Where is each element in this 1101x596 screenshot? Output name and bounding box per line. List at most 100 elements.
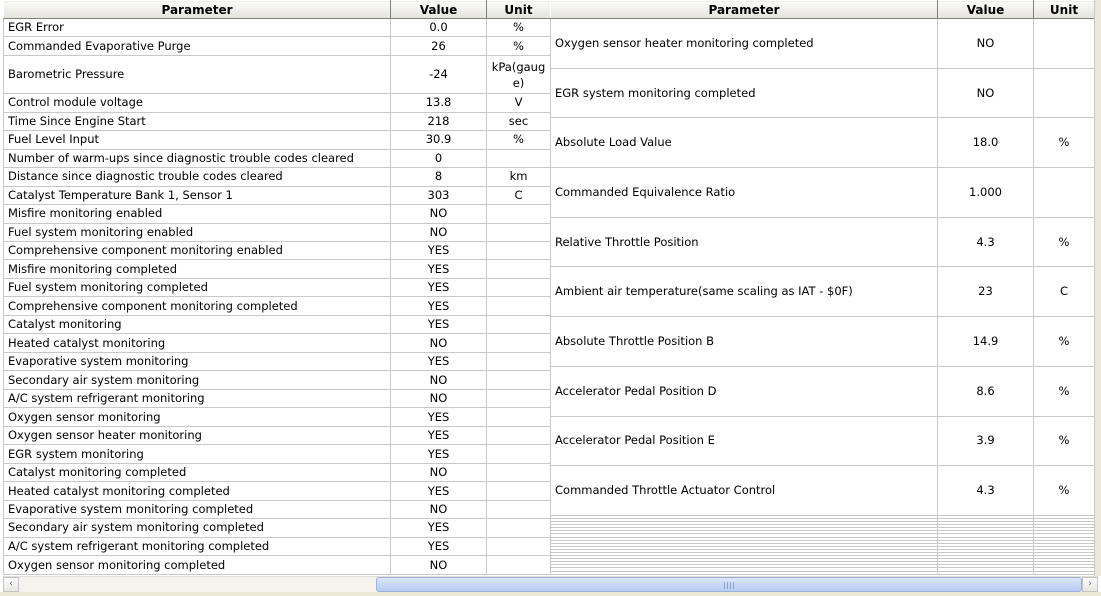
left-parameter-cell: Evaporative system monitoring [3, 351, 391, 372]
left-table-row[interactable]: EGR Error 0.0% [3, 17, 551, 38]
scrollbar-thumb[interactable] [376, 577, 1082, 592]
right-parameter-cell: Ambient air temperature(same scaling as … [550, 266, 938, 318]
left-unit-cell [486, 499, 551, 520]
right-value-cell: 23 [937, 266, 1034, 318]
right-table-row[interactable]: Absolute Load Value 18.0% [550, 117, 1095, 169]
left-table-row[interactable]: Time Since Engine Start 218 sec [3, 111, 551, 132]
left-value-cell: NO [390, 333, 487, 353]
right-value-cell: NO [937, 67, 1034, 119]
left-unit-cell: % [486, 36, 551, 56]
left-table-row[interactable]: Misfire monitoring completed YES [3, 259, 551, 279]
left-table-row[interactable]: Fuel system monitoring enabled NO [3, 222, 551, 242]
left-table-row[interactable]: Heated catalyst monitoring NO [3, 333, 551, 353]
left-parameter-cell: Fuel system monitoring enabled [3, 222, 391, 242]
left-header-unit[interactable]: Unit [486, 0, 551, 19]
left-table-row[interactable]: Misfire monitoring enabled NO [3, 204, 551, 224]
right-table-row[interactable]: Accelerator Pedal Position D 8.6% [550, 365, 1095, 417]
right-unit-cell: % [1033, 415, 1095, 467]
left-value-cell: -24 [390, 54, 487, 95]
left-table-row[interactable]: Number of warm-ups since diagnostic trou… [3, 148, 551, 169]
left-header-value[interactable]: Value [390, 0, 487, 19]
right-table-row[interactable]: Relative Throttle Position 4.3% [550, 216, 1095, 268]
left-table-row[interactable]: Secondary air system monitoring NO [3, 370, 551, 390]
left-table-row[interactable]: Comprehensive component monitoring enabl… [3, 240, 551, 261]
right-table-row[interactable]: Commanded Throttle Actuator Control 4.3% [550, 465, 1095, 516]
left-table-row[interactable]: Catalyst monitoring YES [3, 314, 551, 335]
left-parameter-table: Parameter Value Unit EGR Error 0.0% Comman… [3, 0, 551, 575]
right-table-row[interactable]: Oxygen sensor heater monitoring complete… [550, 18, 1095, 69]
left-value-cell: YES [390, 536, 487, 557]
right-parameter-cell: Accelerator Pedal Position E [550, 415, 938, 467]
right-parameter-cell: Relative Throttle Position [550, 216, 938, 268]
right-header-parameter[interactable]: Parameter [550, 0, 938, 19]
left-table-row[interactable]: Secondary air system monitoring complete… [3, 518, 551, 538]
left-table-row[interactable]: Oxygen sensor monitoring YES [3, 407, 551, 427]
left-table-row[interactable]: A/C system refrigerant monitoring comple… [3, 536, 551, 557]
left-table-row[interactable]: Comprehensive component monitoring compl… [3, 296, 551, 316]
left-unit-cell [486, 555, 551, 575]
right-value-cell: 8.6 [937, 365, 1034, 417]
left-value-cell: YES [390, 314, 487, 335]
right-header-value[interactable]: Value [937, 0, 1034, 19]
left-table-row[interactable]: Control module voltage 13.8 V [3, 93, 551, 113]
left-parameter-cell: Fuel Level Input [3, 130, 391, 150]
right-parameter-cell: Absolute Throttle Position B [550, 316, 938, 367]
grip-icon [724, 582, 734, 589]
right-parameter-cell [550, 570, 938, 576]
right-parameter-cell: Commanded Throttle Actuator Control [550, 465, 938, 516]
right-table-row[interactable]: Accelerator Pedal Position E 3.9% [550, 415, 1095, 467]
left-value-cell: 30.9 [390, 130, 487, 150]
left-parameter-cell: Comprehensive component monitoring compl… [3, 296, 391, 316]
left-parameter-cell: EGR system monitoring [3, 444, 391, 464]
left-unit-cell: C [486, 185, 551, 206]
left-parameter-cell: Heated catalyst monitoring [3, 333, 391, 353]
left-parameter-cell: Secondary air system monitoring [3, 370, 391, 390]
left-unit-cell: % [486, 130, 551, 150]
right-header-unit[interactable]: Unit [1033, 0, 1095, 19]
left-parameter-cell: A/C system refrigerant monitoring comple… [3, 536, 391, 557]
right-parameter-cell: EGR system monitoring completed [550, 67, 938, 119]
left-table-row[interactable]: A/C system refrigerant monitoring NO [3, 388, 551, 409]
scroll-right-button[interactable]: › [1082, 577, 1098, 592]
left-table-row[interactable]: Evaporative system monitoring YES [3, 351, 551, 372]
left-table-row[interactable]: Catalyst monitoring completed NO [3, 462, 551, 483]
left-parameter-cell: Oxygen sensor monitoring completed [3, 555, 391, 575]
left-table-row[interactable]: Fuel system monitoring completed YES [3, 277, 551, 298]
left-parameter-cell: Barometric Pressure [3, 54, 391, 95]
right-table-row[interactable]: Absolute Throttle Position B 14.9% [550, 316, 1095, 367]
left-table-row[interactable]: Commanded Evaporative Purge 26% [3, 36, 551, 56]
left-table-row[interactable]: Fuel Level Input 30.9% [3, 130, 551, 150]
left-parameter-cell: Number of warm-ups since diagnostic trou… [3, 148, 391, 169]
right-unit-cell: % [1033, 117, 1095, 169]
right-table-row[interactable] [550, 570, 1095, 576]
left-header-parameter[interactable]: Parameter [3, 0, 391, 19]
left-table-row[interactable]: Distance since diagnostic trouble codes … [3, 167, 551, 187]
right-parameter-table: Parameter Value Unit Oxygen sensor heate… [550, 0, 1095, 576]
left-table-row[interactable]: Barometric Pressure -24 kPa(gauge) [3, 54, 551, 95]
left-table-row[interactable]: Heated catalyst monitoring completed YES [3, 481, 551, 501]
right-value-cell: 14.9 [937, 316, 1034, 367]
left-parameter-cell: Oxygen sensor monitoring [3, 407, 391, 427]
right-unit-cell: % [1033, 216, 1095, 268]
left-parameter-cell: Oxygen sensor heater monitoring [3, 425, 391, 446]
right-table-row[interactable]: Ambient air temperature(same scaling as … [550, 266, 1095, 318]
left-table-row[interactable]: Evaporative system monitoring completed N… [3, 499, 551, 520]
left-value-cell: NO [390, 204, 487, 224]
right-table-row[interactable]: EGR system monitoring completed NO [550, 67, 1095, 119]
scroll-left-button[interactable]: ‹ [3, 577, 19, 592]
right-unit-cell [1033, 67, 1095, 119]
left-parameter-cell: Evaporative system monitoring completed [3, 499, 391, 520]
left-table-row[interactable]: Oxygen sensor heater monitoring YES [3, 425, 551, 446]
left-parameter-cell: Fuel system monitoring completed [3, 277, 391, 298]
horizontal-scrollbar[interactable]: ‹ › [3, 576, 1098, 593]
left-table-row[interactable]: Oxygen sensor monitoring completed NO [3, 555, 551, 575]
left-value-cell: 26 [390, 36, 487, 56]
left-unit-cell [486, 333, 551, 353]
left-parameter-cell: Misfire monitoring enabled [3, 204, 391, 224]
left-table-row[interactable]: EGR system monitoring YES [3, 444, 551, 464]
left-unit-cell [486, 240, 551, 261]
left-table-row[interactable]: Catalyst Temperature Bank 1, Sensor 1 303… [3, 185, 551, 206]
right-table-row[interactable]: Commanded Equivalence Ratio 1.000 [550, 167, 1095, 218]
left-parameter-cell: Misfire monitoring completed [3, 259, 391, 279]
right-value-cell: 4.3 [937, 216, 1034, 268]
